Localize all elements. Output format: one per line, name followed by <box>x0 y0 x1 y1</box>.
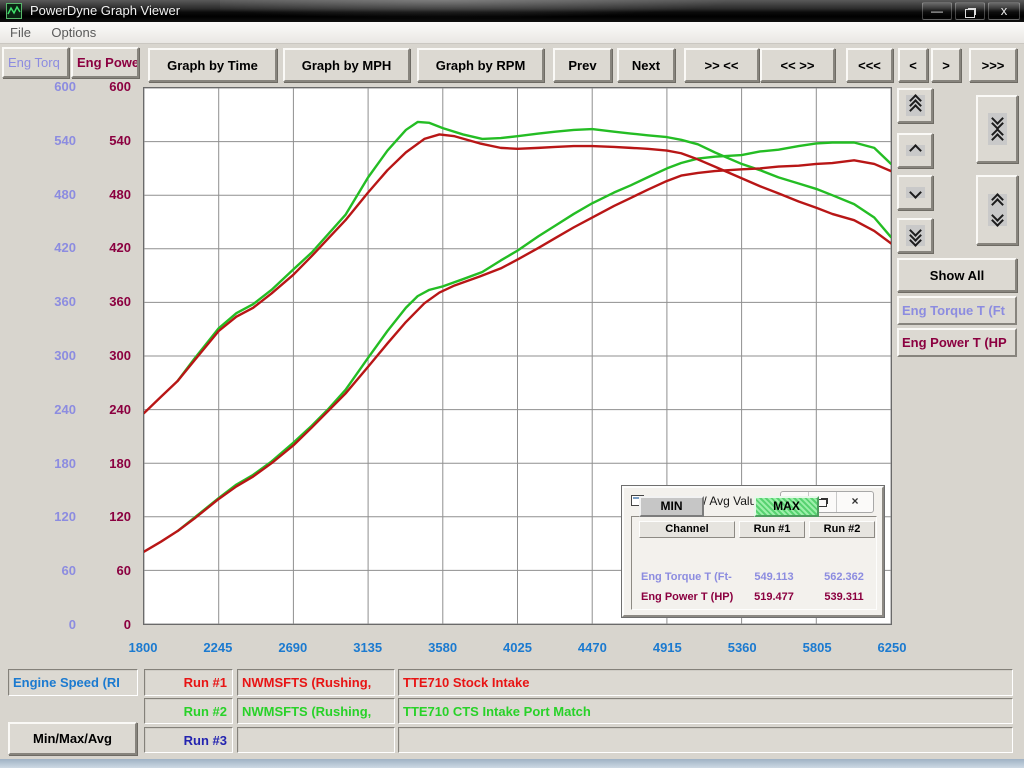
compress-chevrons-icon <box>988 113 1007 145</box>
app-icon <box>6 3 22 19</box>
y-tick-power: 300 <box>109 348 131 363</box>
scroll-right-button[interactable]: > <box>931 48 961 82</box>
minmax-window: Min / Max / Avg Valu... × MIN MAX Channe… <box>622 486 884 617</box>
run2-comment-box[interactable]: TTE710 CTS Intake Port Match <box>398 698 1013 724</box>
y-tick-power: 120 <box>109 509 131 524</box>
x-channel-box[interactable]: Engine Speed (RI <box>8 669 138 696</box>
x-tick-rpm: 4915 <box>653 640 682 655</box>
row-power-run2-value: 539.311 <box>817 591 871 603</box>
x-tick-rpm: 5360 <box>728 640 757 655</box>
restore-button[interactable] <box>955 2 985 20</box>
run2-label-box[interactable]: Run #2 <box>144 698 233 724</box>
run1-file-box[interactable]: NWMSFTS (Rushing, <box>237 669 395 696</box>
expand-vertical-button[interactable] <box>976 175 1018 245</box>
graph-by-rpm-button[interactable]: Graph by RPM <box>417 48 544 82</box>
row-torque-run2-value: 562.362 <box>817 571 871 583</box>
tab-eng-torque[interactable]: Eng Torq <box>2 47 69 78</box>
restore-icon <box>965 9 975 18</box>
scroll-down-fast-button[interactable] <box>897 218 933 253</box>
y-tick-torque: 180 <box>54 456 76 471</box>
y-tick-torque: 420 <box>54 240 76 255</box>
scroll-far-right-button[interactable]: >>> <box>969 48 1017 82</box>
y-tick-torque: 480 <box>54 187 76 202</box>
x-axis-labels: 1800224526903135358040254470491553605805… <box>143 640 892 658</box>
row-torque-run1-value: 549.113 <box>747 571 801 583</box>
chevron-up-icon <box>906 145 925 156</box>
y-tick-torque: 300 <box>54 348 76 363</box>
column-header-run2[interactable]: Run #2 <box>809 521 875 538</box>
max-toggle-button[interactable]: MAX <box>754 496 819 517</box>
run2-file-box[interactable]: NWMSFTS (Rushing, <box>237 698 395 724</box>
y-tick-power: 0 <box>124 617 131 632</box>
menu-bar: File Options <box>0 22 1024 44</box>
scroll-down-button[interactable] <box>897 175 933 210</box>
scroll-far-left-button[interactable]: <<< <box>846 48 893 82</box>
title-bar: PowerDyne Graph Viewer — x <box>0 0 1024 22</box>
graph-by-mph-button[interactable]: Graph by MPH <box>283 48 410 82</box>
x-tick-rpm: 4470 <box>578 640 607 655</box>
run3-file-box[interactable] <box>237 727 395 753</box>
triple-chevron-down-icon <box>906 225 925 246</box>
scroll-left-button[interactable]: < <box>898 48 928 82</box>
run3-label-box[interactable]: Run #3 <box>144 727 233 753</box>
y-tick-power: 480 <box>109 187 131 202</box>
close-button[interactable]: x <box>988 2 1020 20</box>
chevron-down-icon <box>906 187 925 198</box>
y-tick-torque: 600 <box>54 79 76 94</box>
y-tick-torque: 60 <box>62 563 76 578</box>
y-tick-torque: 120 <box>54 509 76 524</box>
triple-chevron-up-icon <box>906 95 925 116</box>
window-title: PowerDyne Graph Viewer <box>30 3 180 18</box>
tab-eng-power[interactable]: Eng Powe <box>71 47 139 78</box>
column-header-channel[interactable]: Channel <box>639 521 735 538</box>
scroll-up-fast-button[interactable] <box>897 88 933 123</box>
x-tick-rpm: 5805 <box>803 640 832 655</box>
titlebar-gloss <box>220 0 780 22</box>
window-bottom-border <box>0 759 1024 768</box>
run1-label-box[interactable]: Run #1 <box>144 669 233 696</box>
expand-chevrons-icon <box>988 194 1007 226</box>
row-power-run1-value: 519.477 <box>747 591 801 603</box>
y-tick-power: 420 <box>109 240 131 255</box>
zoom-in-button[interactable]: >> << <box>684 48 759 82</box>
x-tick-rpm: 1800 <box>129 640 158 655</box>
next-button[interactable]: Next <box>617 48 675 82</box>
channel-eng-torque[interactable]: Eng Torque T (Ft <box>897 296 1017 325</box>
run1-comment-box[interactable]: TTE710 Stock Intake <box>398 669 1013 696</box>
y-tick-power: 360 <box>109 294 131 309</box>
x-tick-rpm: 2245 <box>203 640 232 655</box>
show-all-button[interactable]: Show All <box>897 258 1017 292</box>
menu-options[interactable]: Options <box>43 22 104 40</box>
y-tick-torque: 540 <box>54 133 76 148</box>
minmaxavg-button[interactable]: Min/Max/Avg <box>8 722 137 755</box>
y-tick-power: 60 <box>117 563 131 578</box>
row-power-channel: Eng Power T (HP) <box>641 591 733 603</box>
column-header-run1[interactable]: Run #1 <box>739 521 805 538</box>
y-tick-power: 600 <box>109 79 131 94</box>
x-tick-rpm: 3135 <box>353 640 382 655</box>
minmax-close-button[interactable]: × <box>837 492 873 512</box>
graph-by-time-button[interactable]: Graph by Time <box>148 48 277 82</box>
y-tick-power: 240 <box>109 402 131 417</box>
scroll-up-button[interactable] <box>897 133 933 168</box>
row-torque-channel: Eng Torque T (Ft- <box>641 571 732 583</box>
menu-file[interactable]: File <box>2 22 39 40</box>
x-tick-rpm: 3580 <box>428 640 457 655</box>
y-tick-power: 180 <box>109 456 131 471</box>
minimize-button[interactable]: — <box>922 2 952 20</box>
channel-eng-power[interactable]: Eng Power T (HP <box>897 328 1017 357</box>
y-tick-torque: 360 <box>54 294 76 309</box>
run3-comment-box[interactable] <box>398 727 1013 753</box>
maximize-icon <box>818 499 827 507</box>
x-tick-rpm: 2690 <box>278 640 307 655</box>
compress-vertical-button[interactable] <box>976 95 1018 163</box>
y-tick-torque: 0 <box>69 617 76 632</box>
x-tick-rpm: 4025 <box>503 640 532 655</box>
x-tick-rpm: 6250 <box>878 640 907 655</box>
prev-button[interactable]: Prev <box>553 48 612 82</box>
zoom-out-button[interactable]: << >> <box>760 48 835 82</box>
y-tick-power: 540 <box>109 133 131 148</box>
min-toggle-button[interactable]: MIN <box>639 496 704 517</box>
y-tick-torque: 240 <box>54 402 76 417</box>
